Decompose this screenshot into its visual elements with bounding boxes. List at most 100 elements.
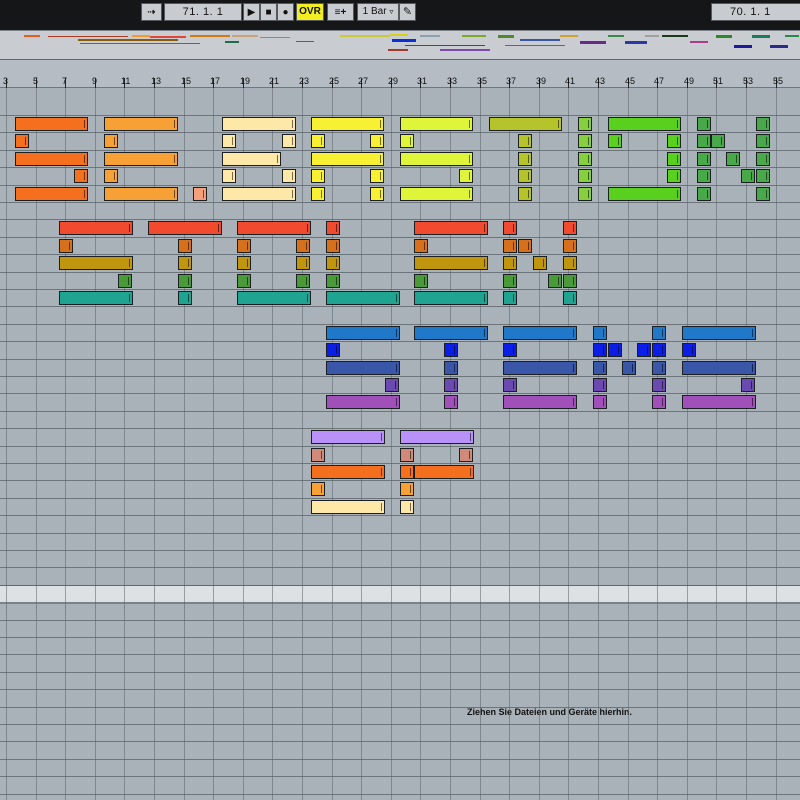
clip[interactable] xyxy=(459,448,473,462)
clip[interactable] xyxy=(59,239,73,253)
clip[interactable] xyxy=(400,430,474,444)
clip[interactable] xyxy=(682,326,756,340)
clip[interactable] xyxy=(578,187,592,201)
clip[interactable] xyxy=(311,134,325,148)
clip[interactable] xyxy=(311,169,325,183)
clip[interactable] xyxy=(326,361,400,375)
clip[interactable] xyxy=(697,169,711,183)
clip[interactable] xyxy=(518,239,532,253)
clip[interactable] xyxy=(326,256,340,270)
clip[interactable] xyxy=(15,152,88,166)
clip[interactable] xyxy=(578,152,592,166)
clip[interactable] xyxy=(222,134,236,148)
clip[interactable] xyxy=(444,343,458,357)
clip[interactable] xyxy=(503,291,517,305)
clip[interactable] xyxy=(697,134,711,148)
clip[interactable] xyxy=(563,274,577,288)
clip[interactable] xyxy=(563,256,577,270)
clip[interactable] xyxy=(311,482,325,496)
clip[interactable] xyxy=(414,239,428,253)
clip[interactable] xyxy=(756,117,770,131)
clip[interactable] xyxy=(222,187,296,201)
clip[interactable] xyxy=(518,169,532,183)
clip[interactable] xyxy=(370,134,384,148)
clip[interactable] xyxy=(59,291,133,305)
clip[interactable] xyxy=(311,187,325,201)
clip[interactable] xyxy=(667,169,681,183)
clip[interactable] xyxy=(518,187,532,201)
clip[interactable] xyxy=(489,117,562,131)
clip[interactable] xyxy=(444,395,458,409)
clip[interactable] xyxy=(400,500,414,514)
follow-button[interactable]: ⇢ xyxy=(141,3,162,21)
draw-mode-button[interactable]: ≡+ xyxy=(327,3,354,21)
clip[interactable] xyxy=(414,221,488,235)
clip[interactable] xyxy=(222,117,296,131)
clip[interactable] xyxy=(652,378,666,392)
clip[interactable] xyxy=(503,361,577,375)
arrangement-overview[interactable] xyxy=(0,30,800,60)
clip[interactable] xyxy=(563,291,577,305)
clip[interactable] xyxy=(548,274,562,288)
clip[interactable] xyxy=(326,343,340,357)
clip[interactable] xyxy=(652,326,666,340)
clip[interactable] xyxy=(414,465,474,479)
clip[interactable] xyxy=(444,361,458,375)
clip[interactable] xyxy=(533,256,547,270)
clip[interactable] xyxy=(518,152,532,166)
clip[interactable] xyxy=(237,256,251,270)
clip[interactable] xyxy=(608,134,622,148)
clip[interactable] xyxy=(400,465,414,479)
clip[interactable] xyxy=(104,187,178,201)
clip[interactable] xyxy=(563,221,577,235)
clip[interactable] xyxy=(15,134,29,148)
clip[interactable] xyxy=(578,117,592,131)
clip[interactable] xyxy=(652,395,666,409)
record-button[interactable]: ● xyxy=(277,3,294,21)
clip[interactable] xyxy=(563,239,577,253)
clip[interactable] xyxy=(503,343,517,357)
loop-position-field[interactable]: 70. 1. 1 xyxy=(711,3,800,21)
clip[interactable] xyxy=(682,395,756,409)
clip[interactable] xyxy=(578,169,592,183)
clip[interactable] xyxy=(74,169,88,183)
arrangement-position-field[interactable]: 71. 1. 1 xyxy=(164,3,242,21)
clip[interactable] xyxy=(326,274,340,288)
clip[interactable] xyxy=(414,256,488,270)
clip[interactable] xyxy=(593,395,607,409)
clip[interactable] xyxy=(622,361,636,375)
clip[interactable] xyxy=(237,221,311,235)
clip[interactable] xyxy=(637,343,651,357)
clip[interactable] xyxy=(311,117,384,131)
clip[interactable] xyxy=(104,152,178,166)
clip[interactable] xyxy=(400,117,473,131)
clip[interactable] xyxy=(400,152,473,166)
clip[interactable] xyxy=(697,152,711,166)
clip[interactable] xyxy=(667,152,681,166)
clip[interactable] xyxy=(459,169,473,183)
clip[interactable] xyxy=(400,448,414,462)
clip[interactable] xyxy=(414,291,488,305)
clip[interactable] xyxy=(741,378,755,392)
clip[interactable] xyxy=(326,239,340,253)
clip[interactable] xyxy=(178,291,192,305)
clip[interactable] xyxy=(608,117,681,131)
quantize-menu[interactable]: 1 Bar ▿ xyxy=(357,3,399,21)
clip[interactable] xyxy=(104,169,118,183)
clip[interactable] xyxy=(756,134,770,148)
ovr-button[interactable]: OVR xyxy=(296,3,324,21)
clip[interactable] xyxy=(518,134,532,148)
clip[interactable] xyxy=(682,343,696,357)
clip[interactable] xyxy=(414,274,428,288)
clip[interactable] xyxy=(326,326,400,340)
clip[interactable] xyxy=(593,361,607,375)
clip[interactable] xyxy=(178,256,192,270)
clip[interactable] xyxy=(503,274,517,288)
clip[interactable] xyxy=(503,326,577,340)
clip[interactable] xyxy=(370,187,384,201)
clip[interactable] xyxy=(593,343,607,357)
clip[interactable] xyxy=(237,239,251,253)
clip[interactable] xyxy=(385,378,399,392)
clip[interactable] xyxy=(593,326,607,340)
clip[interactable] xyxy=(326,291,400,305)
